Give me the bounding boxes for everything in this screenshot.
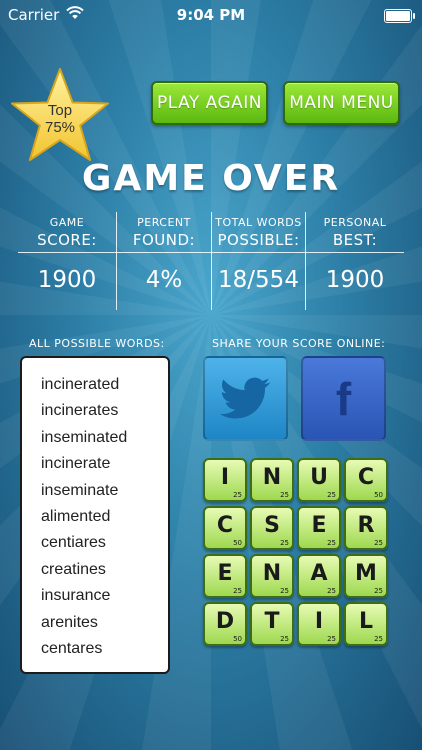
stat-label-bottom: FOUND:	[132, 231, 196, 249]
word-item: inseminate	[41, 481, 119, 499]
stat-label-top: GAME	[49, 216, 85, 229]
tile-points: 25	[374, 635, 383, 643]
badge-line-top: Top	[47, 102, 73, 119]
letter-tile[interactable]: U 25	[297, 458, 341, 502]
stat-value: 18/554	[218, 267, 299, 293]
word-item: arenites	[41, 613, 98, 631]
game-over-title: GAME OVER	[81, 158, 341, 199]
stat-percent-found: PERCENT FOUND: 4%	[117, 212, 211, 312]
battery-icon	[384, 9, 415, 23]
tile-points: 25	[280, 539, 289, 547]
letter-tile[interactable]: D 50	[203, 602, 247, 646]
tile-letter: I	[220, 465, 230, 490]
letter-tile[interactable]: I 25	[297, 602, 341, 646]
word-item: inseminated	[41, 428, 128, 446]
letter-tile[interactable]: L 25	[344, 602, 388, 646]
word-item: centares	[41, 640, 103, 658]
tile-points: 25	[327, 491, 336, 499]
tile-points: 25	[374, 539, 383, 547]
letter-tile[interactable]: A 25	[297, 554, 341, 598]
tile-points: 25	[327, 587, 336, 595]
main-menu-button[interactable]: MAIN MENU	[283, 81, 400, 125]
letter-tile[interactable]: M 25	[344, 554, 388, 598]
letter-tile[interactable]: C 50	[344, 458, 388, 502]
facebook-share-button[interactable]: f	[301, 356, 386, 441]
badge-line-percent: 75%	[44, 119, 76, 136]
stat-label-bottom: BEST:	[332, 231, 378, 249]
letter-tile[interactable]: E 25	[297, 506, 341, 550]
stat-label-bottom: POSSIBLE:	[217, 231, 300, 249]
letter-tile[interactable]: E 25	[203, 554, 247, 598]
twitter-bird-icon	[219, 377, 270, 418]
facebook-f-icon: f	[335, 372, 352, 425]
status-bar: Carrier 9:04 PM	[0, 0, 422, 30]
clock-time: 9:04 PM	[176, 6, 246, 24]
tile-letter: S	[264, 513, 280, 538]
stat-label-bottom: SCORE:	[37, 231, 97, 249]
word-item: incinerates	[41, 402, 119, 420]
tile-points: 25	[327, 635, 336, 643]
tile-letter: E	[217, 561, 233, 586]
stat-value: 4%	[145, 267, 183, 293]
stat-total-words: TOTAL WORDS POSSIBLE: 18/554	[212, 212, 305, 312]
tile-letter: A	[310, 561, 328, 586]
tile-points: 25	[327, 539, 336, 547]
tile-letter: C	[216, 513, 234, 538]
tile-points: 50	[233, 635, 242, 643]
all-words-label: ALL POSSIBLE WORDS:	[29, 337, 165, 350]
letter-tile[interactable]: N 25	[250, 554, 294, 598]
word-item: creatines	[41, 560, 106, 578]
share-label: SHARE YOUR SCORE ONLINE:	[212, 337, 386, 350]
tile-points: 50	[233, 539, 242, 547]
possible-words-list[interactable]: incinerated incinerates inseminated inci…	[20, 356, 170, 674]
tile-points: 25	[233, 587, 242, 595]
tile-points: 25	[233, 491, 242, 499]
word-item: incinerate	[41, 455, 111, 473]
tile-letter: L	[358, 609, 374, 634]
tile-points: 25	[280, 635, 289, 643]
stat-game-score: GAME SCORE: 1900	[18, 212, 116, 312]
tile-points: 25	[374, 587, 383, 595]
word-item: alimented	[41, 508, 111, 526]
tile-letter: C	[357, 465, 375, 490]
tile-letter: M	[355, 561, 377, 586]
tile-points: 50	[374, 491, 383, 499]
tile-letter: N	[262, 465, 282, 490]
stat-label-top: TOTAL WORDS	[215, 216, 302, 229]
tile-letter: N	[262, 561, 282, 586]
tile-letter: U	[310, 465, 328, 490]
play-again-button[interactable]: PLAY AGAIN	[151, 81, 268, 125]
word-item: incinerated	[41, 376, 120, 393]
tile-letter: E	[311, 513, 327, 538]
tile-letter: R	[357, 513, 375, 538]
tile-letter: D	[215, 609, 235, 634]
word-item: insurance	[41, 587, 111, 605]
tile-letter: I	[314, 609, 324, 634]
letter-tile[interactable]: R 25	[344, 506, 388, 550]
stat-value: 1900	[37, 267, 97, 293]
stat-label-top: PERCENT	[137, 216, 191, 229]
stat-personal-best: PERSONAL BEST: 1900	[306, 212, 404, 312]
tile-points: 25	[280, 491, 289, 499]
tile-points: 25	[280, 587, 289, 595]
letter-tile[interactable]: N 25	[250, 458, 294, 502]
letter-tile[interactable]: I 25	[203, 458, 247, 502]
score-stats-table: GAME SCORE: 1900 PERCENT FOUND: 4% TOTAL…	[18, 212, 404, 312]
rank-star-badge: Top 75%	[8, 66, 112, 166]
twitter-share-button[interactable]	[203, 356, 288, 441]
stat-value: 1900	[325, 267, 385, 293]
stat-label-top: PERSONAL	[323, 216, 387, 229]
letter-tile[interactable]: C 50	[203, 506, 247, 550]
letter-tile[interactable]: S 25	[250, 506, 294, 550]
tile-letter: T	[264, 609, 280, 634]
letter-tile[interactable]: T 25	[250, 602, 294, 646]
word-item: centiares	[41, 534, 106, 552]
